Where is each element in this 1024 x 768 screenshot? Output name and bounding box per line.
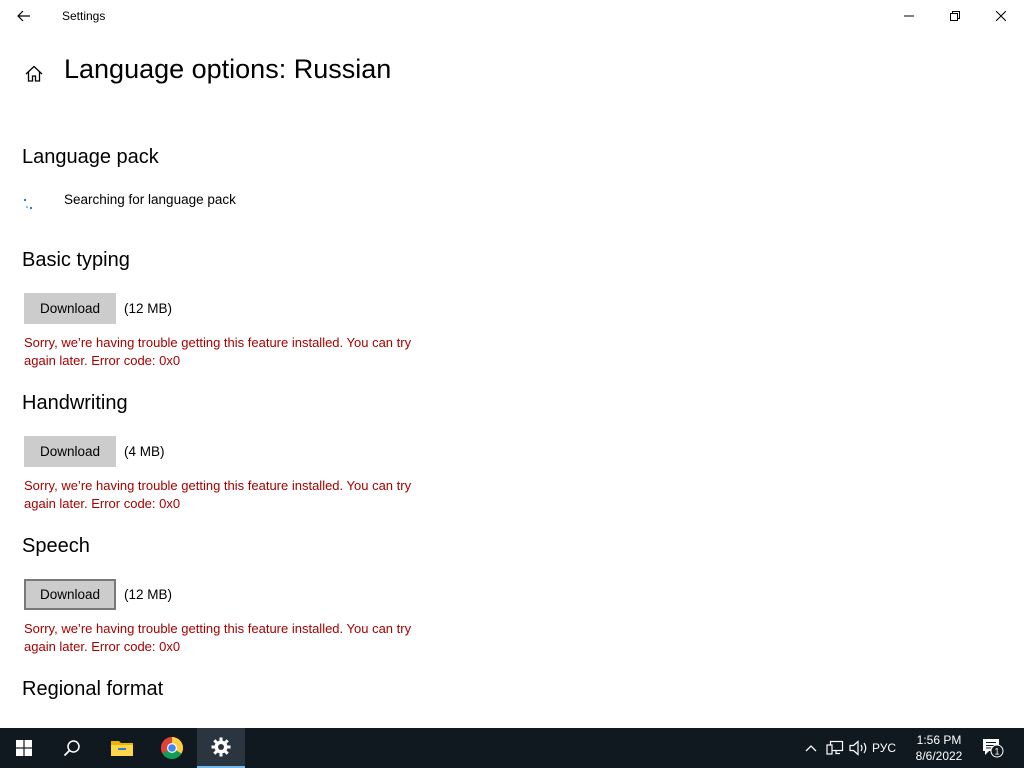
language-pack-status: Searching for language pack [64, 192, 236, 207]
back-button[interactable] [8, 2, 40, 30]
close-icon [996, 11, 1006, 21]
basic-typing-size: (12 MB) [124, 301, 173, 316]
search-button[interactable] [48, 728, 96, 768]
restore-button[interactable] [932, 0, 978, 32]
notification-count: 1 [994, 747, 999, 757]
volume-icon [849, 740, 867, 756]
search-icon [63, 740, 80, 757]
home-icon [25, 65, 43, 82]
close-button[interactable] [978, 0, 1024, 32]
language-pack-heading: Language pack [22, 146, 159, 168]
settings-taskbar-button[interactable] [197, 728, 245, 768]
clock[interactable]: 1:56 PM 8/6/2022 [906, 732, 972, 764]
minimize-icon [904, 15, 914, 17]
title-bar: Settings [0, 0, 1024, 32]
progress-ring-icon [23, 198, 33, 210]
chrome-icon [161, 737, 183, 759]
basic-typing-download-button[interactable]: Download [24, 293, 116, 324]
network-tray-button[interactable] [824, 728, 846, 768]
settings-gear-icon [211, 737, 231, 757]
regional-format-heading: Regional format [22, 678, 164, 700]
handwriting-error: Sorry, we’re having trouble getting this… [24, 477, 454, 513]
file-explorer-button[interactable] [98, 728, 146, 768]
clock-time: 1:56 PM [916, 733, 962, 747]
speech-error: Sorry, we’re having trouble getting this… [24, 620, 454, 656]
speech-size: (12 MB) [124, 587, 173, 602]
speech-heading: Speech [22, 535, 90, 557]
basic-typing-error: Sorry, we’re having trouble getting this… [24, 334, 454, 370]
handwriting-heading: Handwriting [22, 392, 128, 414]
restore-icon [950, 11, 960, 21]
window-title: Settings [62, 9, 106, 23]
file-explorer-icon [111, 741, 133, 756]
action-center-button[interactable]: 1 [978, 728, 1008, 768]
page-title: Language options: Russian [64, 54, 392, 84]
network-icon [826, 740, 844, 755]
basic-typing-heading: Basic typing [22, 249, 130, 271]
start-button[interactable] [0, 728, 48, 768]
chrome-button[interactable] [148, 728, 196, 768]
handwriting-size: (4 MB) [124, 444, 165, 459]
minimize-button[interactable] [886, 0, 932, 32]
error-line: again later. Error code: 0x0 [24, 496, 181, 511]
clock-date: 8/6/2022 [915, 749, 963, 763]
handwriting-download-button[interactable]: Download [24, 436, 116, 467]
error-line: Sorry, we’re having trouble getting this… [24, 621, 412, 636]
chevron-up-icon [805, 745, 817, 752]
taskbar: РУС 1:56 PM 8/6/2022 1 [0, 728, 1024, 768]
error-line: Sorry, we’re having trouble getting this… [24, 335, 412, 350]
show-hidden-icons-button[interactable] [802, 728, 820, 768]
windows-logo-icon [16, 740, 32, 756]
input-language-indicator[interactable]: РУС [872, 728, 896, 768]
home-button[interactable] [20, 60, 48, 88]
error-line: again later. Error code: 0x0 [24, 639, 181, 654]
notification-icon: 1 [983, 739, 1004, 758]
error-line: Sorry, we’re having trouble getting this… [24, 478, 412, 493]
error-line: again later. Error code: 0x0 [24, 353, 181, 368]
speech-download-button[interactable]: Download [24, 579, 116, 610]
back-arrow-icon [17, 10, 30, 22]
volume-tray-button[interactable] [848, 728, 870, 768]
